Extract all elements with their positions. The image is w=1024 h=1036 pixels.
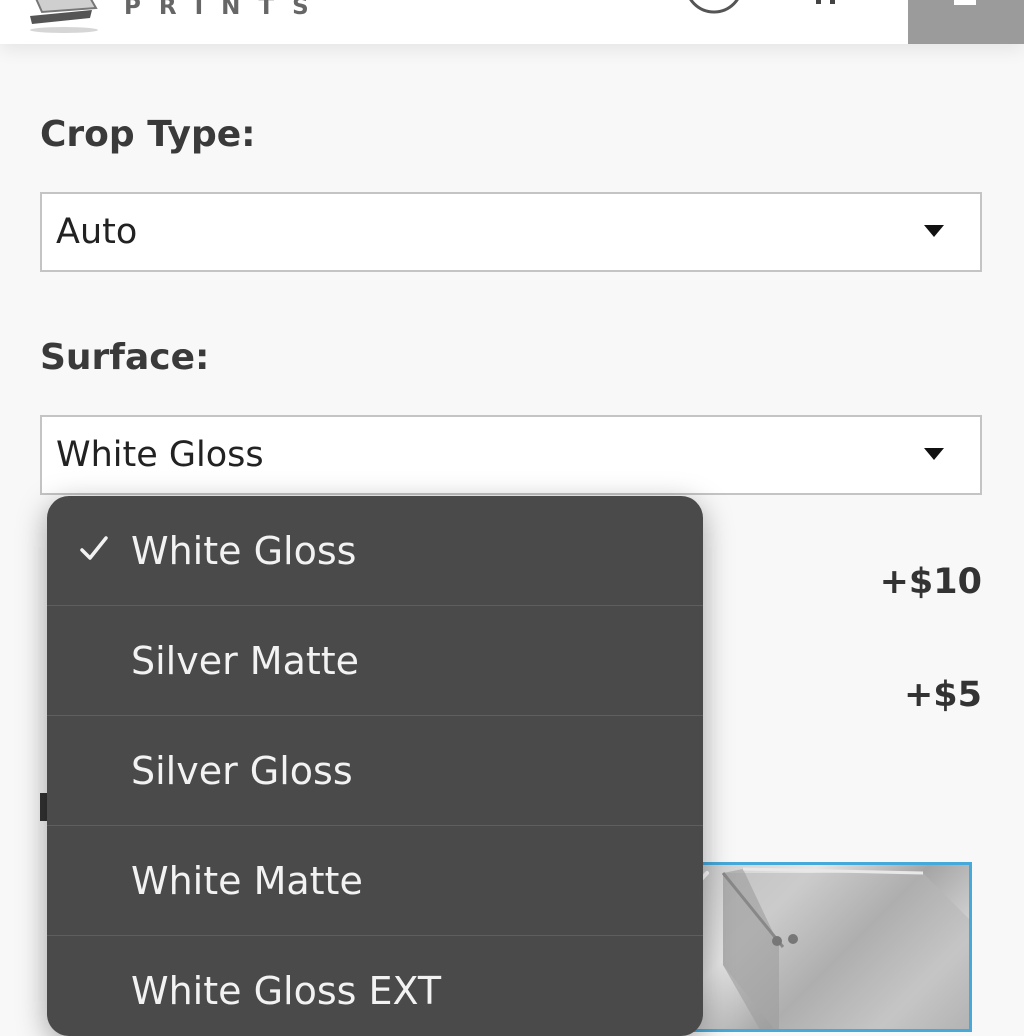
logo-icon[interactable]	[26, 0, 106, 36]
picker-option-white-gloss[interactable]: White Gloss	[47, 496, 703, 606]
caret-down-icon	[924, 225, 944, 237]
metal-print-image	[721, 867, 969, 1029]
checkmark-icon	[80, 536, 108, 560]
cart-icon[interactable]	[814, 0, 850, 8]
picker-option-white-gloss-ext[interactable]: White Gloss EXT	[47, 936, 703, 1036]
product-image[interactable]	[680, 862, 972, 1032]
surface-picker-menu[interactable]: White Gloss Silver Matte Silver Gloss Wh…	[47, 496, 703, 1036]
picker-option-silver-matte[interactable]: Silver Matte	[47, 606, 703, 716]
logo-text[interactable]: PRINTS	[124, 0, 327, 20]
picker-option-label: White Gloss EXT	[131, 969, 442, 1013]
site-header: PRINTS	[0, 0, 1024, 44]
caret-down-icon	[924, 448, 944, 460]
hamburger-menu-button[interactable]	[908, 0, 1024, 44]
price-label: +$5	[903, 675, 982, 715]
crop-type-label: Crop Type:	[40, 114, 256, 155]
hamburger-menu-icon	[954, 0, 976, 5]
price-label: +$10	[879, 562, 982, 602]
picker-option-label: White Gloss	[131, 529, 357, 573]
picker-option-label: Silver Matte	[131, 639, 360, 683]
surface-value: White Gloss	[56, 435, 264, 475]
account-icon[interactable]	[684, 0, 744, 18]
surface-select[interactable]: White Gloss	[40, 415, 982, 495]
picker-option-silver-gloss[interactable]: Silver Gloss	[47, 716, 703, 826]
crop-type-select[interactable]: Auto	[40, 192, 982, 272]
picker-option-label: White Matte	[131, 859, 363, 903]
surface-label: Surface:	[40, 337, 210, 378]
picker-option-white-matte[interactable]: White Matte	[47, 826, 703, 936]
picker-option-label: Silver Gloss	[131, 749, 353, 793]
crop-type-value: Auto	[56, 212, 138, 252]
